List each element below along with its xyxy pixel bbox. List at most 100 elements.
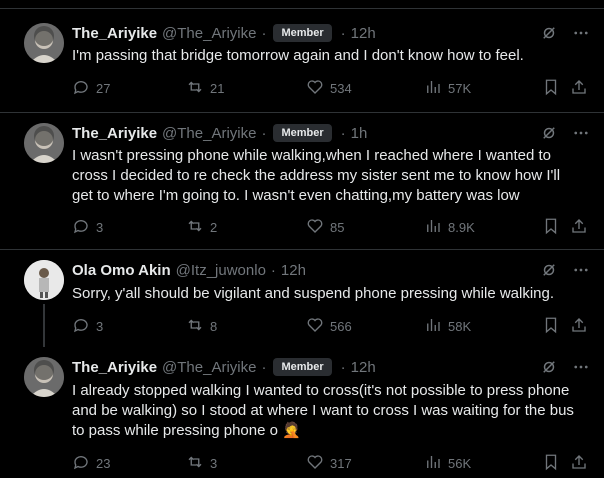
share-icon <box>570 78 594 99</box>
handle[interactable]: @The_Ariyike <box>162 25 256 42</box>
view-count: 56K <box>448 456 472 471</box>
repost-icon <box>186 453 210 474</box>
post-top-actions <box>540 24 590 47</box>
post-text-line: get to where I'm going to. I wasn't even… <box>72 187 520 204</box>
post[interactable]: The_Ariyike @The_Ariyike · Member · 1h I… <box>0 113 604 250</box>
display-name[interactable]: The_Ariyike <box>72 25 157 42</box>
separator: · <box>261 358 267 376</box>
repost-button[interactable]: 8 <box>186 316 217 337</box>
like-count: 317 <box>330 456 352 471</box>
reply-button[interactable]: 27 <box>72 78 110 99</box>
post[interactable]: The_Ariyike @The_Ariyike · Member · 12h … <box>0 347 604 478</box>
bookmark-icon <box>542 316 566 337</box>
grok-icon[interactable] <box>540 358 558 381</box>
like-icon <box>306 453 330 474</box>
bookmark-button[interactable] <box>542 78 566 99</box>
view-count: 57K <box>448 81 472 96</box>
reply-button[interactable]: 23 <box>72 453 110 474</box>
views-button[interactable]: 57K <box>424 78 471 99</box>
post-text: I already stopped walking I wanted to cr… <box>72 381 597 441</box>
more-icon[interactable] <box>572 24 590 47</box>
post-top-actions <box>540 124 590 147</box>
share-button[interactable] <box>570 217 594 238</box>
view-count: 58K <box>448 319 472 334</box>
action-bar: 23 3 317 56K <box>72 453 602 473</box>
avatar[interactable] <box>24 23 64 63</box>
reply-count: 23 <box>96 456 111 471</box>
more-icon[interactable] <box>572 358 590 381</box>
post-text-line: cross I decided to re check the address … <box>72 167 561 184</box>
views-button[interactable]: 8.9K <box>424 217 475 238</box>
repost-count: 8 <box>210 319 218 334</box>
post-header: The_Ariyike @The_Ariyike · Member · 12h <box>72 23 376 43</box>
bookmark-icon <box>542 453 566 474</box>
post-text-line: I wasn't pressing phone while walking,wh… <box>72 147 551 164</box>
display-name[interactable]: The_Ariyike <box>72 125 157 142</box>
grok-icon[interactable] <box>540 24 558 47</box>
handle[interactable]: @The_Ariyike <box>162 125 256 142</box>
separator: · <box>340 358 346 376</box>
separator: · <box>340 124 346 142</box>
post-header: The_Ariyike @The_Ariyike · Member · 1h <box>72 123 367 143</box>
timestamp[interactable]: 12h <box>351 359 376 376</box>
post-text-line: I already stopped walking I wanted to cr… <box>72 382 570 399</box>
post-text-line: and be walking) so I stood at where I wa… <box>72 402 574 419</box>
post[interactable]: Ola Omo Akin @Itz_juwonlo · 12h Sorry, y… <box>0 250 604 347</box>
thread-line <box>43 304 45 347</box>
like-button[interactable]: 566 <box>306 316 352 337</box>
separator: · <box>261 124 267 142</box>
view-count: 8.9K <box>448 220 475 235</box>
avatar[interactable] <box>24 123 64 163</box>
avatar[interactable] <box>24 357 64 397</box>
display-name[interactable]: Ola Omo Akin <box>72 262 171 279</box>
bookmark-icon <box>542 78 566 99</box>
handle[interactable]: @The_Ariyike <box>162 359 256 376</box>
action-bar: 3 8 566 58K <box>72 316 602 336</box>
post[interactable]: The_Ariyike @The_Ariyike · Member · 12h … <box>0 9 604 113</box>
like-icon <box>306 78 330 99</box>
more-icon[interactable] <box>572 261 590 284</box>
bookmark-button[interactable] <box>542 217 566 238</box>
timestamp[interactable]: 1h <box>351 125 368 142</box>
like-count: 566 <box>330 319 352 334</box>
grok-icon[interactable] <box>540 261 558 284</box>
reply-icon <box>72 78 96 99</box>
avatar[interactable] <box>24 260 64 300</box>
views-button[interactable]: 56K <box>424 453 471 474</box>
post-header: Ola Omo Akin @Itz_juwonlo · 12h <box>72 260 306 280</box>
post-text: I'm passing that bridge tomorrow again a… <box>72 46 572 66</box>
reply-count: 3 <box>96 319 104 334</box>
reply-icon <box>72 217 96 238</box>
member-badge: Member <box>273 124 332 142</box>
share-button[interactable] <box>570 78 594 99</box>
views-icon <box>424 217 448 238</box>
reply-button[interactable]: 3 <box>72 316 103 337</box>
share-button[interactable] <box>570 453 594 474</box>
member-badge: Member <box>273 24 332 42</box>
display-name[interactable]: The_Ariyike <box>72 359 157 376</box>
handle[interactable]: @Itz_juwonlo <box>176 262 266 279</box>
views-button[interactable]: 58K <box>424 316 471 337</box>
grok-icon[interactable] <box>540 124 558 147</box>
like-icon <box>306 316 330 337</box>
timestamp[interactable]: 12h <box>281 262 306 279</box>
reply-button[interactable]: 3 <box>72 217 103 238</box>
bookmark-button[interactable] <box>542 453 566 474</box>
repost-button[interactable]: 2 <box>186 217 217 238</box>
bookmark-button[interactable] <box>542 316 566 337</box>
timestamp[interactable]: 12h <box>351 25 376 42</box>
repost-button[interactable]: 21 <box>186 78 224 99</box>
like-count: 534 <box>330 81 352 96</box>
more-icon[interactable] <box>572 124 590 147</box>
like-button[interactable]: 317 <box>306 453 352 474</box>
share-icon <box>570 217 594 238</box>
post-top-actions <box>540 261 590 284</box>
like-button[interactable]: 85 <box>306 217 344 238</box>
views-icon <box>424 316 448 337</box>
like-button[interactable]: 534 <box>306 78 352 99</box>
share-button[interactable] <box>570 316 594 337</box>
member-badge: Member <box>273 358 332 376</box>
separator: · <box>261 24 267 42</box>
share-icon <box>570 316 594 337</box>
repost-button[interactable]: 3 <box>186 453 217 474</box>
